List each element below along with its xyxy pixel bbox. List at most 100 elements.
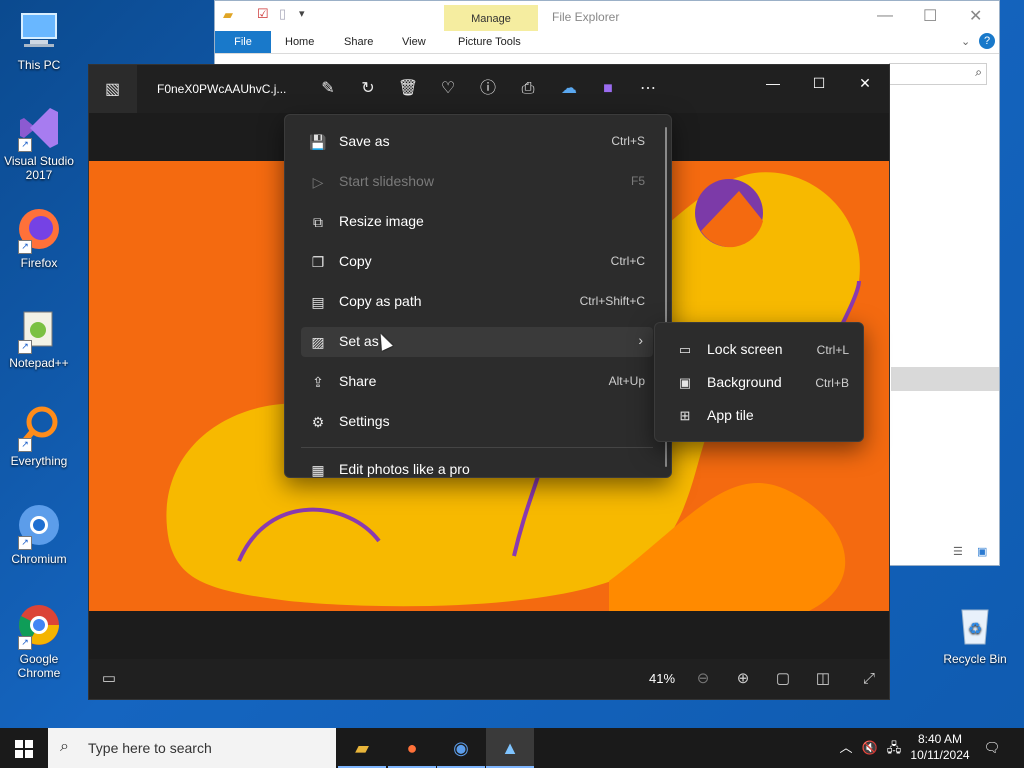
explorer-maximize-button[interactable]: ☐	[923, 6, 937, 26]
clipchamp-icon[interactable]: ■	[596, 77, 620, 101]
desktop-icon-label: Recycle Bin	[943, 652, 1007, 666]
filmstrip-icon[interactable]: ▭	[97, 667, 121, 691]
menu-item-label: Save as	[339, 133, 390, 149]
menu-item-copy[interactable]: ❐ Copy Ctrl+C	[301, 247, 653, 277]
desktop-icon-everything[interactable]: ↗ Everything	[4, 404, 74, 468]
menu-item-settings[interactable]: ⚙ Settings	[301, 407, 653, 437]
delete-icon[interactable]: 🗑	[396, 77, 420, 101]
explorer-close-button[interactable]: ✕	[969, 6, 982, 26]
network-icon[interactable]: 🖧	[884, 728, 904, 768]
desktop-icon-chromium[interactable]: ↗ Chromium	[4, 502, 74, 566]
tab-share[interactable]: Share	[344, 36, 373, 48]
menu-item-label: Start slideshow	[339, 173, 434, 189]
explorer-qat-folder-icon[interactable]: ▰	[223, 7, 233, 23]
menu-item-shortcut: Alt+Up	[608, 374, 645, 388]
folder-icon: ▰	[355, 738, 369, 758]
menu-item-shortcut: F5	[630, 174, 645, 188]
shortcut-arrow-icon: ↗	[18, 536, 32, 550]
taskbar-search-box[interactable]: ⌕ Type here to search	[48, 728, 336, 768]
lock-screen-icon: ▭	[678, 342, 692, 357]
menu-item-share[interactable]: ⇪ Share Alt+Up	[301, 367, 653, 397]
onedrive-icon[interactable]: ☁	[557, 77, 581, 101]
details-view-icon[interactable]: ☰	[953, 545, 963, 558]
submenu-item-lock-screen[interactable]: ▭ Lock screen Ctrl+L	[663, 335, 855, 365]
app-tile-icon: ⊞	[679, 408, 691, 423]
tab-file[interactable]: File	[215, 31, 271, 53]
zoom-out-icon[interactable]: ⊖	[691, 667, 715, 691]
show-hidden-icons-icon[interactable]: ︿	[838, 728, 854, 768]
explorer-selected-row[interactable]	[891, 367, 999, 391]
notifications-icon[interactable]: 🗨	[982, 728, 1002, 768]
taskbar: ⌕ Type here to search ▰ ● ◉ ▲ ︿ 🔇 🖧 8:40…	[0, 728, 1024, 768]
search-placeholder: Type here to search	[88, 740, 212, 756]
photos-icon: ▲	[501, 738, 519, 758]
menu-item-label: Copy	[339, 253, 372, 269]
desktop-icon-firefox[interactable]: ↗ Firefox	[4, 206, 74, 270]
explorer-qat-dropdown-icon[interactable]: ▾	[299, 7, 305, 20]
desktop-icon-visual-studio[interactable]: ↗ Visual Studio 2017	[4, 104, 74, 182]
ribbon-expand-icon[interactable]: ⌄	[961, 35, 970, 48]
desktop-icon-label: This PC	[17, 58, 61, 72]
pro-icon: ▦	[311, 462, 325, 478]
menu-item-save-as[interactable]: 💾 Save as Ctrl+S	[301, 127, 653, 157]
gallery-button[interactable]: ▧	[89, 65, 137, 113]
menu-item-label: Resize image	[339, 213, 424, 229]
gear-icon: ⚙	[311, 414, 325, 430]
taskbar-clock[interactable]: 8:40 AM 10/11/2024	[910, 731, 970, 763]
svg-text:♻: ♻	[968, 621, 982, 638]
slideshow-icon: ▷	[312, 174, 324, 190]
photos-close-button[interactable]: ✕	[845, 71, 885, 95]
menu-separator	[301, 447, 653, 448]
favorite-icon[interactable]: ♡	[436, 77, 460, 101]
taskbar-chromium[interactable]: ◉	[437, 728, 485, 768]
explorer-qat-newfolder-icon[interactable]: ▯	[279, 6, 286, 22]
print-icon[interactable]: ⎙	[516, 77, 540, 101]
large-icons-view-icon[interactable]: ▣	[977, 545, 987, 558]
desktop-icon-this-pc[interactable]: This PC	[4, 8, 74, 72]
desktop-icon-label: Firefox	[20, 256, 58, 270]
zoom-level: 41%	[649, 671, 676, 686]
desktop-icon-label: Google Chrome	[17, 652, 61, 680]
menu-item-label: Set as	[339, 333, 379, 349]
fit-to-window-icon[interactable]: ▢	[771, 667, 795, 691]
explorer-search-input[interactable]: ⌕	[889, 63, 987, 85]
rotate-icon[interactable]: ↻	[356, 77, 380, 101]
desktop-icon-label: Chromium	[11, 552, 67, 566]
actual-size-icon[interactable]: ◫	[811, 667, 835, 691]
menu-item-set-as[interactable]: ▨ Set as ›	[301, 327, 653, 357]
submenu-item-background[interactable]: ▣ Background Ctrl+B	[663, 368, 855, 398]
edit-image-icon[interactable]: ✎	[316, 77, 340, 101]
fullscreen-icon[interactable]: ⤢	[857, 667, 881, 691]
firefox-icon: ●	[406, 738, 418, 758]
menu-item-copy-as-path[interactable]: ▤ Copy as path Ctrl+Shift+C	[301, 287, 653, 317]
explorer-qat-properties-icon[interactable]: ☑	[257, 6, 269, 22]
photos-minimize-button[interactable]: —	[753, 71, 793, 95]
explorer-minimize-button[interactable]: —	[877, 7, 893, 25]
help-icon[interactable]: ?	[979, 33, 995, 49]
menu-item-label: Edit photos like a pro	[339, 461, 470, 477]
start-button[interactable]	[0, 728, 48, 768]
info-icon[interactable]: ⓘ	[476, 77, 500, 101]
clock-time: 8:40 AM	[917, 732, 963, 746]
tab-view[interactable]: View	[402, 36, 426, 48]
submenu-item-shortcut: Ctrl+L	[816, 343, 849, 357]
desktop-icon-notepadpp[interactable]: ↗ Notepad++	[4, 306, 74, 370]
photos-toolbar: ▧ F0neX0PWcAAUhvC.j... ✎ ↻ 🗑 ♡ ⓘ ⎙ ☁ ■ ⋯…	[89, 65, 889, 113]
zoom-in-icon[interactable]: ⊕	[731, 667, 755, 691]
volume-muted-icon[interactable]: 🔇	[860, 728, 880, 768]
taskbar-photos[interactable]: ▲	[486, 728, 534, 768]
taskbar-file-explorer[interactable]: ▰	[338, 728, 386, 768]
menu-item-start-slideshow[interactable]: ▷ Start slideshow F5	[301, 167, 653, 197]
taskbar-firefox[interactable]: ●	[388, 728, 436, 768]
photos-maximize-button[interactable]: ☐	[799, 71, 839, 95]
submenu-item-label: Background	[707, 374, 782, 390]
submenu-item-app-tile[interactable]: ⊞ App tile	[663, 401, 855, 431]
menu-item-edit-photos-pro[interactable]: ▦ Edit photos like a pro	[301, 455, 653, 478]
background-icon: ▣	[678, 375, 692, 390]
menu-item-resize-image[interactable]: ⧉ Resize image	[301, 207, 653, 237]
tab-picture-tools[interactable]: Picture Tools	[458, 36, 521, 48]
more-options-icon[interactable]: ⋯	[636, 77, 660, 101]
desktop-icon-google-chrome[interactable]: ↗ Google Chrome	[4, 602, 74, 680]
desktop-icon-recycle-bin[interactable]: ♻ Recycle Bin	[940, 602, 1010, 666]
tab-home[interactable]: Home	[285, 36, 314, 48]
